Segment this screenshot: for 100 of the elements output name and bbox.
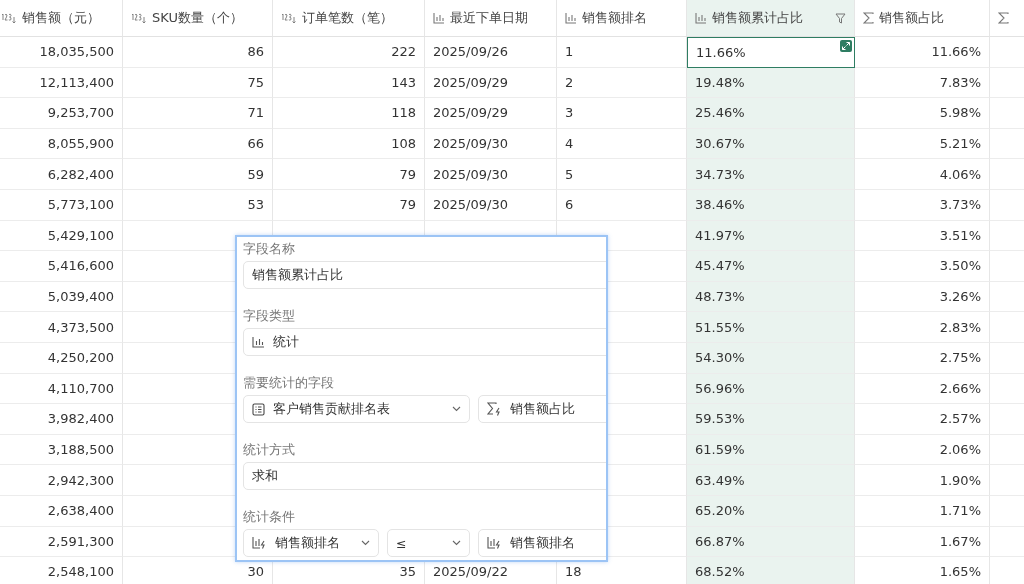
cell-text: 86: [247, 44, 264, 60]
cell-text: 4,250,200: [47, 350, 114, 366]
cell-text: 4: [565, 136, 574, 152]
cell-text: 3.73%: [939, 197, 981, 213]
cell-text: 2,638,400: [47, 503, 114, 519]
cell-text: 54.30%: [695, 350, 745, 366]
cell-text: 1: [565, 44, 574, 60]
cell-text: 51.55%: [695, 319, 745, 335]
bar-chart-icon: [252, 336, 265, 348]
input-field[interactable]: 销售额累计占比: [243, 261, 606, 289]
header-label: 最近下单日期: [450, 9, 529, 27]
cell-text: 222: [391, 44, 416, 60]
table-select[interactable]: 客户销售贡献排名表: [243, 395, 470, 423]
cell-text: 1.65%: [939, 564, 981, 580]
cell-text: 18: [565, 564, 582, 580]
header-label: 销售额（元）: [22, 9, 101, 27]
cell-text: 11.66%: [931, 44, 981, 60]
cell-text: 6: [565, 197, 574, 213]
cell-text: 3.26%: [939, 289, 981, 305]
cell-text: 2025/09/29: [433, 74, 508, 90]
cell-text: 5,773,100: [47, 197, 114, 213]
cell-text: 79: [399, 166, 416, 182]
cell-text: 3.51%: [939, 227, 981, 243]
sigma-icon: [863, 12, 874, 24]
cell-text: 48.73%: [695, 289, 745, 305]
cell-text: 7.83%: [939, 74, 981, 90]
cell-text: 5,429,100: [47, 227, 114, 243]
cell-text: 3: [565, 105, 574, 121]
cell-text: 53: [247, 197, 264, 213]
cell-text: 75: [247, 74, 264, 90]
field-select[interactable]: 销售额占比: [478, 395, 606, 423]
bar-chart-icon: [433, 12, 445, 24]
cell-text: 2.57%: [939, 411, 981, 427]
cell-text: 2.83%: [939, 319, 981, 335]
cell-text: 5.98%: [939, 105, 981, 121]
chevron-down-icon: [452, 406, 461, 412]
cell-text: 35: [399, 564, 416, 580]
cell-text: 4.06%: [939, 166, 981, 182]
cell-text: 5: [565, 166, 574, 182]
cell-text: 2.66%: [939, 380, 981, 396]
cell-text: 25.46%: [695, 105, 745, 121]
condition-field-select[interactable]: 销售额排名: [243, 529, 379, 557]
header-label: 销售额占比: [879, 9, 945, 27]
cell-text: 68.52%: [695, 564, 745, 580]
header-label: 销售额累计占比: [712, 9, 804, 27]
chart-lightning-icon: [487, 536, 502, 550]
cell-text: 5,416,600: [47, 258, 114, 274]
cell-text: 3.50%: [939, 258, 981, 274]
cell-text: 1.67%: [939, 533, 981, 549]
cell-text: 2025/09/22: [433, 564, 508, 580]
column-header[interactable]: 最近下单日期: [425, 0, 557, 37]
chevron-down-icon: [361, 540, 370, 546]
sigma-icon: [998, 12, 1009, 24]
column-header[interactable]: 订单笔数（笔）: [273, 0, 425, 37]
cell-text: 2025/09/30: [433, 166, 508, 182]
cell-text: 2,548,100: [47, 564, 114, 580]
number-field-icon: [1, 12, 17, 24]
cell-text: 4,110,700: [47, 380, 114, 396]
input-field[interactable]: 求和: [243, 462, 606, 490]
header-label: 销售额排名: [582, 9, 648, 27]
field-label: 需要统计的字段: [243, 374, 335, 392]
bar-chart-icon: [695, 12, 707, 24]
cell-text: 5,039,400: [47, 289, 114, 305]
cell-text: 2.75%: [939, 350, 981, 366]
column-header[interactable]: SKU数量（个）: [123, 0, 273, 37]
field-label: 字段名称: [243, 240, 296, 258]
cell-text: 12,113,400: [39, 74, 114, 90]
condition-value-select[interactable]: 销售额排名: [478, 529, 606, 557]
cell-text: 18,035,500: [39, 44, 114, 60]
type-select[interactable]: 统计: [243, 328, 606, 356]
cell-text: 45.47%: [695, 258, 745, 274]
column-header[interactable]: 销售额（元）: [0, 0, 123, 37]
cell-text: 143: [391, 74, 416, 90]
cell-text: 30: [247, 564, 264, 580]
cell-text: 71: [247, 105, 264, 121]
number-field-icon: [131, 12, 147, 24]
field-label: 统计条件: [243, 508, 296, 526]
cell-text: 30.67%: [695, 136, 745, 152]
cell-text: 118: [391, 105, 416, 121]
expand-icon[interactable]: [840, 40, 852, 52]
cell-text: 8,055,900: [47, 136, 114, 152]
cell-text: 66.87%: [695, 533, 745, 549]
chart-lightning-icon: [252, 536, 267, 550]
cell-text: 1.71%: [939, 503, 981, 519]
cell-text: 6,282,400: [47, 166, 114, 182]
cell-text: 108: [391, 136, 416, 152]
filter-icon[interactable]: [835, 12, 846, 24]
cell-text: 59.53%: [695, 411, 745, 427]
cell-text: 2.06%: [939, 442, 981, 457]
cell-text: 2,942,300: [47, 472, 114, 488]
cell-text: 3,188,500: [47, 442, 114, 457]
cell-text: 66: [247, 136, 264, 152]
cell-text: 79: [399, 197, 416, 213]
number-field-icon: [281, 12, 297, 24]
column-header[interactable]: 销售额占比: [855, 0, 990, 37]
active-cell[interactable]: 11.66%: [687, 37, 855, 68]
cell-text: 19.48%: [695, 74, 745, 90]
operator-select[interactable]: ≤: [387, 529, 470, 557]
header-label: 订单笔数（笔）: [302, 9, 394, 27]
column-header[interactable]: 销售额累计占比: [687, 0, 855, 37]
